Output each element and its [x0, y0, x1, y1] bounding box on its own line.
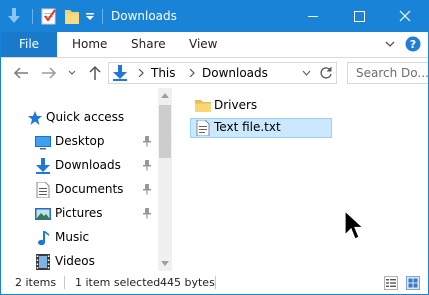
scrollbar-thumb[interactable]	[159, 105, 171, 158]
refresh-icon[interactable]	[318, 65, 334, 81]
tab-home[interactable]: Home	[72, 32, 107, 57]
window-title: Downloads	[111, 9, 177, 23]
navigation-bar: This Downloads	[1, 58, 428, 88]
download-arrow-icon	[113, 65, 127, 81]
toolbar-separator	[102, 9, 103, 24]
title-bar[interactable]: Downloads	[1, 1, 428, 32]
breadcrumb-downloads[interactable]: Downloads	[202, 66, 268, 80]
desktop-icon	[35, 136, 51, 150]
breadcrumb-chevron-icon[interactable]	[137, 69, 145, 77]
address-history-chevron-icon[interactable]	[302, 70, 311, 76]
expand-ribbon-chevron-icon[interactable]	[384, 39, 396, 49]
ribbon-tabs: File Home Share View ?	[1, 32, 428, 58]
breadcrumb-chevron-icon[interactable]	[188, 69, 196, 77]
nav-item-label: Music	[55, 230, 90, 244]
file-list[interactable]: Drivers Text file.txt	[172, 88, 428, 271]
breadcrumb-this-pc[interactable]: This	[151, 66, 176, 80]
scroll-up-arrow-icon[interactable]	[161, 92, 169, 98]
item-count: 2 items	[15, 276, 57, 289]
nav-item-label: Desktop	[55, 134, 105, 148]
search-input[interactable]	[348, 63, 428, 83]
status-separator	[215, 276, 216, 289]
help-icon[interactable]: ?	[405, 36, 421, 52]
pin-icon[interactable]	[141, 183, 153, 195]
nav-item-label: Documents	[55, 182, 124, 196]
mouse-pointer-icon	[344, 210, 364, 240]
toolbar-separator	[32, 9, 33, 24]
folder-icon	[195, 100, 211, 112]
status-bar: 2 items 1 item selected 445 bytes	[1, 271, 428, 294]
download-arrow-icon	[36, 158, 50, 174]
selection-size: 445 bytes	[160, 276, 215, 289]
customize-toolbar-chevron-icon[interactable]	[85, 7, 95, 25]
recent-locations-chevron-icon[interactable]	[67, 63, 77, 83]
up-arrow-icon[interactable]	[87, 63, 103, 83]
file-item-drivers[interactable]: Drivers	[190, 96, 332, 116]
nav-quick-access-label: Quick access	[46, 110, 125, 124]
file-name: Drivers	[214, 98, 258, 112]
pin-icon[interactable]	[141, 207, 153, 219]
nav-item-music[interactable]: Music	[1, 226, 158, 250]
status-separator	[64, 276, 65, 289]
pin-icon[interactable]	[141, 135, 153, 147]
pictures-icon	[35, 208, 51, 220]
pin-icon[interactable]	[141, 159, 153, 171]
tab-view[interactable]: View	[189, 32, 217, 57]
forward-arrow-icon[interactable]	[41, 63, 57, 83]
text-file-icon	[196, 120, 210, 136]
properties-icon[interactable]	[41, 7, 57, 25]
document-icon	[36, 182, 50, 198]
minimize-button[interactable]	[290, 1, 336, 32]
nav-item-label: Videos	[55, 254, 95, 268]
search-box[interactable]	[347, 62, 428, 84]
back-arrow-icon[interactable]	[13, 63, 29, 83]
tab-file[interactable]: File	[1, 32, 57, 57]
scroll-down-arrow-icon[interactable]	[161, 261, 169, 267]
details-view-icon[interactable]	[384, 276, 398, 290]
nav-item-videos[interactable]: Videos	[1, 250, 158, 271]
nav-item-desktop[interactable]: Desktop	[1, 130, 158, 154]
svg-text:?: ?	[410, 38, 416, 51]
nav-item-documents[interactable]: Documents	[1, 178, 158, 202]
nav-item-label: Downloads	[55, 158, 121, 172]
music-note-icon	[38, 231, 49, 246]
tab-share[interactable]: Share	[131, 32, 166, 57]
film-icon	[36, 254, 50, 270]
nav-item-pictures[interactable]: Pictures	[1, 202, 158, 226]
explorer-window: Downloads File Home Share View ? This Do…	[0, 0, 429, 295]
nav-scrollbar[interactable]	[158, 88, 172, 271]
star-icon	[28, 111, 42, 125]
new-folder-icon[interactable]	[64, 7, 80, 25]
nav-item-label: Pictures	[55, 206, 103, 220]
navigation-pane: Quick access Desktop Downloads Documents…	[1, 88, 172, 271]
close-button[interactable]	[382, 1, 428, 32]
quick-access-download-icon[interactable]	[7, 7, 21, 25]
file-item-text-file[interactable]: Text file.txt	[190, 118, 332, 138]
selection-status: 1 item selected	[75, 276, 161, 289]
maximize-button[interactable]	[336, 1, 382, 32]
file-name: Text file.txt	[214, 120, 281, 134]
large-icons-view-icon[interactable]	[406, 276, 420, 290]
address-bar[interactable]: This Downloads	[108, 62, 337, 84]
nav-quick-access[interactable]: Quick access	[1, 106, 158, 130]
nav-item-downloads[interactable]: Downloads	[1, 154, 158, 178]
